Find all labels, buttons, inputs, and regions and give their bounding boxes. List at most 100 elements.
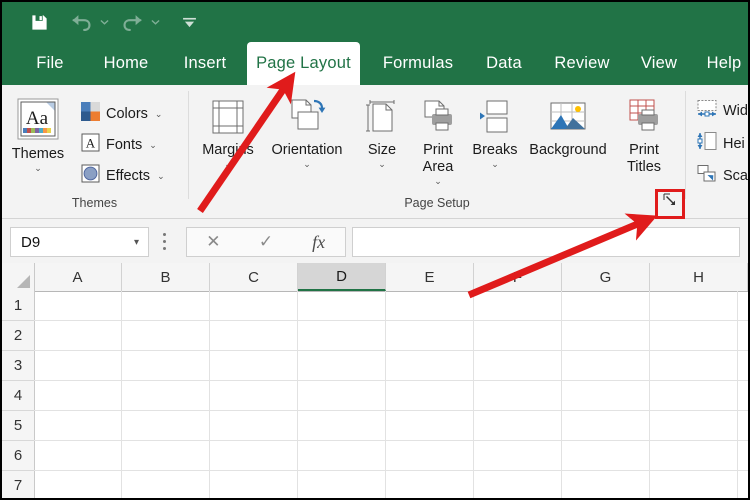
column-header-d[interactable]: D [298,263,386,291]
group-label-themes: Themes [71,196,118,210]
print-area-button[interactable]: Print Area ⌄ [407,97,469,186]
formula-input[interactable] [352,227,740,257]
row-header-5[interactable]: 5 [2,411,34,441]
undo-icon[interactable] [64,2,98,42]
redo-icon[interactable] [115,2,149,42]
orientation-button[interactable]: Orientation ⌄ [260,97,354,169]
fonts-caret-icon[interactable]: ⌄ [149,140,157,150]
row-header-1[interactable]: 1 [2,291,34,321]
cell-area[interactable] [34,291,748,498]
scale-button[interactable]: Sca [696,164,748,188]
row-header-4[interactable]: 4 [2,381,34,411]
background-button[interactable]: Background [520,97,616,159]
breaks-button-label: Breaks [472,142,518,158]
row-header-3[interactable]: 3 [2,351,34,381]
tab-home[interactable]: Home [88,42,164,85]
background-button-label: Background [529,142,607,158]
height-button-label: Hei [723,135,745,152]
orientation-caret-icon[interactable]: ⌄ [303,160,311,169]
formula-bar: D9 ▾ ✕ ✓ fx [2,219,748,265]
height-button[interactable]: Hei [696,131,745,156]
select-all-corner[interactable] [2,263,35,291]
margins-button-label: Margins [202,142,254,158]
name-box[interactable]: D9 ▾ [10,227,149,257]
group-separator-2 [685,91,686,199]
column-headers: A B C D E F G H [2,263,748,292]
themes-button[interactable]: Aa Themes ⌄ [9,97,67,173]
grid-line-h [34,380,748,381]
colors-button[interactable]: Colors ⌄ [80,101,162,127]
undo-chevron-down-icon[interactable] [98,2,110,42]
grid-line-h [34,350,748,351]
tab-page-layout[interactable]: Page Layout [247,42,360,85]
colors-icon [80,101,101,127]
size-caret-icon[interactable]: ⌄ [378,160,386,169]
column-header-c[interactable]: C [210,263,298,291]
enter-icon[interactable]: ✓ [240,232,293,252]
save-icon[interactable] [24,2,54,42]
breaks-button[interactable]: Breaks ⌄ [468,97,522,169]
cancel-icon[interactable]: ✕ [187,232,240,252]
grid-line-h [34,440,748,441]
formula-bar-handle[interactable] [162,233,166,250]
group-separator-1 [188,91,189,199]
insert-function-icon[interactable]: fx [292,232,345,253]
background-icon [547,97,589,142]
scale-button-label: Sca [723,168,748,184]
tab-view[interactable]: View [628,42,690,85]
grid-line-v [297,291,298,498]
grid-line-v [737,291,738,498]
size-button-label: Size [367,142,397,158]
width-button[interactable]: Wid [696,99,748,122]
fonts-button-label: Fonts [106,137,143,153]
row-header-6[interactable]: 6 [2,441,34,471]
print-area-button-label-line1: Print [423,142,453,158]
column-header-h[interactable]: H [650,263,748,291]
column-header-a[interactable]: A [34,263,122,291]
fonts-button[interactable]: A Fonts ⌄ [80,132,157,158]
grid-line-h [34,410,748,411]
redo-chevron-down-icon[interactable] [149,2,161,42]
column-header-b[interactable]: B [122,263,210,291]
column-header-e[interactable]: E [386,263,474,291]
column-header-f[interactable]: F [474,263,562,291]
size-button[interactable]: Size ⌄ [359,97,405,169]
effects-icon [80,163,101,189]
effects-button[interactable]: Effects ⌄ [80,163,165,189]
grid-line-h [34,320,748,321]
row-header-7[interactable]: 7 [2,471,34,498]
tab-file[interactable]: File [20,42,80,85]
spreadsheet-grid: A B C D E F G H 1 2 3 4 5 6 7 8 [2,263,748,498]
colors-caret-icon[interactable]: ⌄ [155,109,163,119]
print-titles-icon [624,97,664,142]
tab-data[interactable]: Data [474,42,534,85]
tab-help[interactable]: Help [696,42,748,85]
quick-access-toolbar [2,2,748,42]
print-area-icon [418,97,458,142]
name-box-chevron-down-icon[interactable]: ▾ [134,237,148,248]
row-header-2[interactable]: 2 [2,321,34,351]
customize-quick-access-icon[interactable] [178,2,200,42]
svg-text:Aa: Aa [26,108,49,129]
column-header-g[interactable]: G [562,263,650,291]
grid-line-v [385,291,386,498]
themes-caret-icon[interactable]: ⌄ [34,164,42,173]
grid-line-v [121,291,122,498]
tab-insert[interactable]: Insert [169,42,241,85]
breaks-icon [476,97,514,142]
tab-formulas[interactable]: Formulas [370,42,466,85]
print-area-button-label-line2: Area [422,159,454,175]
select-all-triangle-icon [17,275,30,288]
width-button-label: Wid [723,102,748,119]
grid-line-v [649,291,650,498]
tab-review[interactable]: Review [542,42,622,85]
print-titles-button-label-line2: Titles [626,159,662,175]
print-titles-button[interactable]: Print Titles [615,97,673,176]
margins-caret-icon[interactable]: ⌄ [224,160,232,169]
effects-caret-icon[interactable]: ⌄ [157,171,165,181]
print-area-caret-icon[interactable]: ⌄ [434,177,442,186]
breaks-caret-icon[interactable]: ⌄ [491,160,499,169]
margins-button[interactable]: Margins ⌄ [198,97,258,169]
size-icon [364,97,400,142]
grid-line-v [473,291,474,498]
